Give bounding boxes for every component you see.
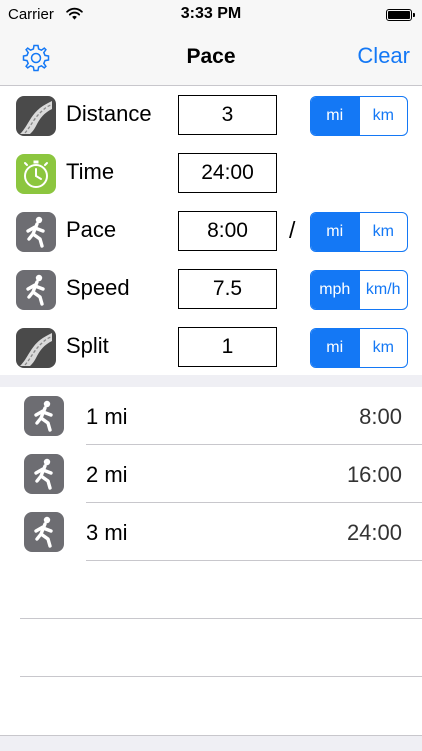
list-separator xyxy=(86,444,422,445)
pace-label: Pace xyxy=(66,217,117,242)
distance-field[interactable]: 3 xyxy=(178,95,277,135)
split-unit-km[interactable]: km xyxy=(358,329,408,367)
runner-icon xyxy=(24,396,64,436)
split-list-item: 3 mi 24:00 xyxy=(0,504,422,562)
battery-icon xyxy=(386,9,415,21)
pace-row: Pace 8:00 / mi km xyxy=(0,202,422,260)
speed-row: Speed 7.5 mph km/h xyxy=(0,260,422,318)
split-distance: 3 mi xyxy=(86,520,128,545)
split-list-item: 2 mi 16:00 xyxy=(0,446,422,504)
distance-unit-mi[interactable]: mi xyxy=(311,97,359,135)
distance-row: Distance 3 mi km xyxy=(0,86,422,144)
pace-unit-km[interactable]: km xyxy=(358,213,408,251)
time-label: Time xyxy=(66,159,115,184)
list-separator xyxy=(86,560,422,561)
split-time: 8:00 xyxy=(359,404,402,429)
pace-per-slash: / xyxy=(289,217,296,243)
runner-icon xyxy=(24,454,64,494)
distance-label: Distance xyxy=(66,101,152,126)
status-bar: Carrier 3:33 PM xyxy=(0,0,422,30)
runner-icon xyxy=(16,212,56,252)
split-time: 16:00 xyxy=(346,462,402,487)
speed-label: Speed xyxy=(66,275,130,300)
split-unit-segment[interactable]: mi km xyxy=(310,328,408,368)
split-row: Split 1 mi km xyxy=(0,318,422,376)
pace-field[interactable]: 8:00 xyxy=(178,211,277,251)
split-list-item: 1 mi 8:00 xyxy=(0,388,422,446)
navigation-bar: Pace Clear xyxy=(0,30,422,86)
speed-field[interactable]: 7.5 xyxy=(178,269,277,309)
list-separator xyxy=(20,676,422,677)
section-divider xyxy=(0,375,422,387)
runner-icon xyxy=(24,512,64,552)
split-time: 24:00 xyxy=(346,520,402,545)
stopwatch-icon xyxy=(16,154,56,194)
speed-unit-kmh[interactable]: km/h xyxy=(358,271,408,309)
runner-icon xyxy=(16,270,56,310)
split-field[interactable]: 1 xyxy=(178,327,277,367)
road-icon xyxy=(16,328,56,368)
split-label: Split xyxy=(66,333,109,358)
time-field[interactable]: 24:00 xyxy=(178,153,277,193)
time-row: Time 24:00 xyxy=(0,144,422,202)
distance-unit-km[interactable]: km xyxy=(358,97,408,135)
bottom-bar xyxy=(0,735,422,751)
split-distance: 1 mi xyxy=(86,404,128,429)
distance-unit-segment[interactable]: mi km xyxy=(310,96,408,136)
split-distance: 2 mi xyxy=(86,462,128,487)
clear-button[interactable]: Clear xyxy=(357,43,410,69)
pace-unit-segment[interactable]: mi km xyxy=(310,212,408,252)
split-unit-mi[interactable]: mi xyxy=(311,329,359,367)
list-separator xyxy=(86,502,422,503)
speed-unit-segment[interactable]: mph km/h xyxy=(310,270,408,310)
pace-unit-mi[interactable]: mi xyxy=(311,213,359,251)
road-icon xyxy=(16,96,56,136)
list-separator xyxy=(20,618,422,619)
speed-unit-mph[interactable]: mph xyxy=(311,271,359,309)
status-time: 3:33 PM xyxy=(180,5,242,22)
